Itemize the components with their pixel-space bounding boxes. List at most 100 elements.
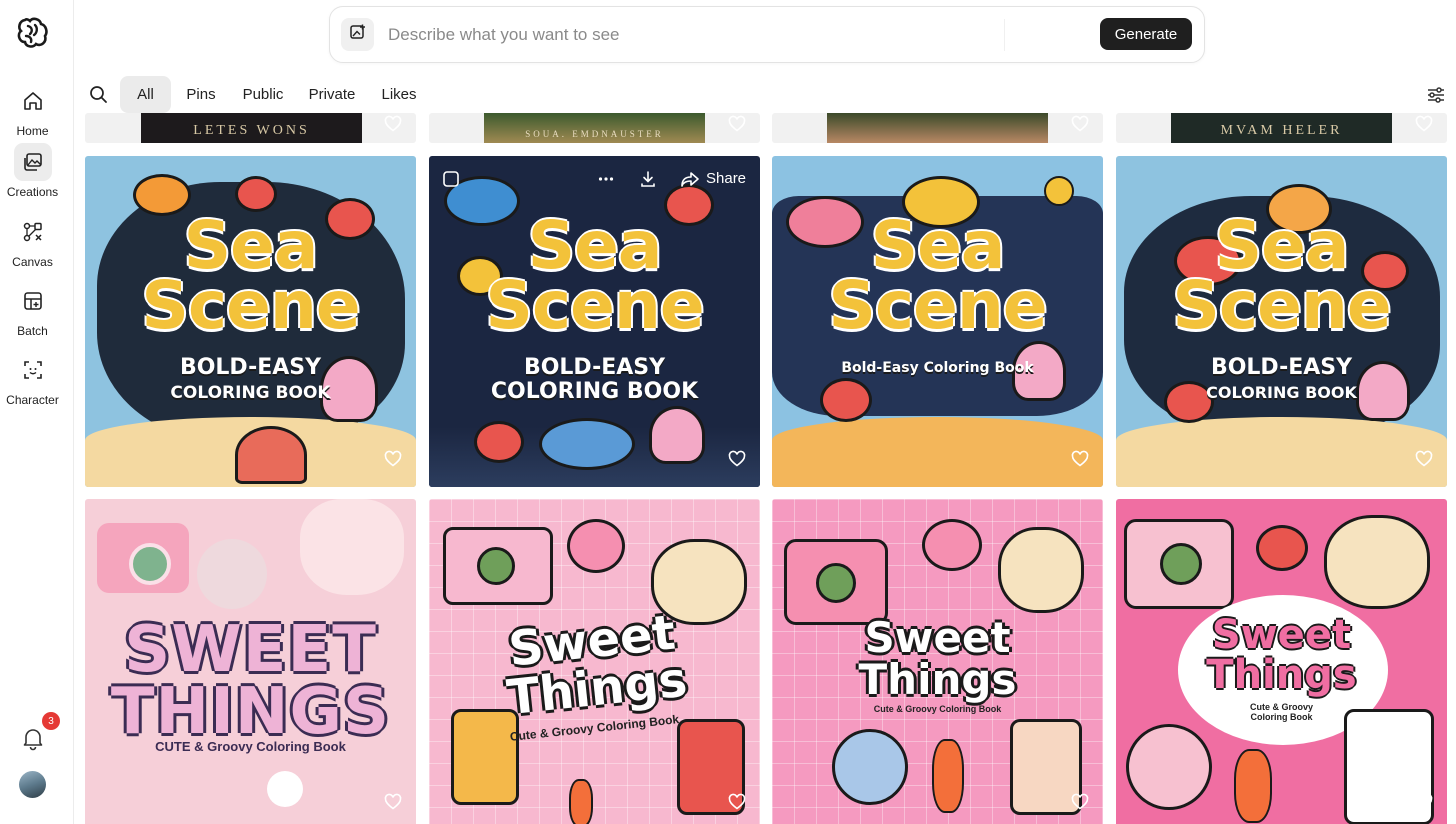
card-subtitle: Cute & Groovy Coloring Book (873, 704, 1002, 714)
sidebar: Home Creations Canvas Batch Character 3 (0, 0, 74, 824)
image-upload-icon (349, 23, 367, 46)
sun-illustration (1044, 176, 1074, 206)
gallery-card[interactable]: MVAM HELER (1116, 113, 1447, 143)
card-subtitle: BOLD-EASY COLORING BOOK (1206, 355, 1357, 403)
camera-lens (816, 563, 856, 603)
carrot-illustration (1234, 749, 1272, 823)
sidebar-item-label: Creations (6, 185, 59, 199)
jellyfish-illustration (649, 406, 705, 464)
gallery-grid: LETES WONS SOUA. EMDNAUSTER MVAM HELER S… (85, 113, 1456, 824)
sidebar-item-label: Canvas (12, 255, 53, 269)
carrot-illustration (932, 739, 964, 813)
card-image: MVAM HELER (1171, 113, 1392, 143)
crab-illustration (820, 378, 872, 422)
sidebar-item-label: Home (16, 124, 49, 138)
heart-outline-icon[interactable] (384, 793, 402, 816)
heart-outline-icon[interactable] (1415, 793, 1433, 816)
heart-outline-icon[interactable] (1415, 450, 1433, 473)
sea-floor (1116, 417, 1447, 487)
card-image (827, 113, 1048, 143)
gallery-card[interactable]: Sea Scene BOLD-EASY COLORING BOOK (1116, 156, 1447, 487)
gallery-card[interactable] (772, 113, 1103, 143)
prompt-bar: Generate (329, 6, 1205, 63)
tab-public[interactable]: Public (236, 76, 290, 113)
brain-logo-icon[interactable] (15, 16, 49, 50)
sidebar-item-home[interactable]: Home (0, 82, 65, 138)
card-title: Sweet Things (858, 613, 1017, 704)
tab-likes[interactable]: Likes (375, 76, 423, 113)
gallery-card[interactable]: SOUA. EMDNAUSTER (429, 113, 760, 143)
fish-illustration (133, 174, 191, 216)
tab-pins[interactable]: Pins (180, 76, 222, 113)
card-title: Sea Scene (141, 207, 360, 344)
card-subtitle: BOLD-EASY COLORING BOOK (170, 355, 331, 404)
gallery-card[interactable]: Sea Scene Bold-Easy Coloring Book (772, 156, 1103, 487)
card-image: SOUA. EMDNAUSTER (484, 113, 705, 143)
select-checkbox-icon[interactable] (442, 170, 460, 193)
image-gallery-icon (13, 143, 52, 181)
search-icon[interactable] (89, 85, 108, 109)
divider (1004, 19, 1005, 51)
heart-outline-icon[interactable] (1415, 115, 1433, 138)
gallery-card[interactable]: Sweet Things Cute & Groovy Coloring Book (772, 499, 1103, 824)
prompt-input[interactable] (386, 23, 990, 47)
heart-outline-icon[interactable] (728, 450, 746, 473)
sliders-icon[interactable] (1426, 85, 1446, 110)
filter-bar: All Pins Public Private Likes (85, 76, 1455, 113)
heart-outline-icon[interactable] (384, 450, 402, 473)
heart-charm-illustration (1256, 525, 1308, 571)
generate-button[interactable]: Generate (1100, 18, 1192, 50)
daisy-illustration (267, 771, 303, 807)
user-avatar[interactable] (19, 771, 46, 798)
ray-illustration (539, 418, 635, 470)
heart-outline-icon[interactable] (1071, 450, 1089, 473)
card-title: Sea Scene (485, 207, 704, 344)
card-subtitle: BOLD-EASY COLORING BOOK (490, 355, 699, 404)
gallery-card[interactable]: Sweet Things Cute & Groovy Coloring Book (1116, 499, 1447, 824)
gallery-card-hovered[interactable]: Sea Scene BOLD-EASY COLORING BOOK Share (429, 156, 760, 487)
heart-charm-illustration (567, 519, 625, 573)
bear-illustration (998, 527, 1084, 613)
moon-illustration (832, 729, 908, 805)
share-button[interactable]: Share (706, 170, 746, 187)
bear-illustration (1324, 515, 1430, 609)
camera-lens (1160, 543, 1202, 585)
sidebar-item-batch[interactable]: Batch (0, 282, 65, 338)
heart-charm-illustration (922, 519, 982, 571)
heart-outline-icon[interactable] (728, 115, 746, 138)
heart-outline-icon[interactable] (728, 793, 746, 816)
tab-private[interactable]: Private (303, 76, 361, 113)
sidebar-item-label: Character (6, 393, 59, 407)
sidebar-item-label: Batch (17, 324, 48, 338)
canvas-nodes-icon (14, 213, 52, 251)
mug-illustration (300, 499, 404, 595)
card-title: SWEET THINGS (110, 613, 391, 749)
gallery-card[interactable]: SWEET THINGS CUTE & Groovy Coloring Book (85, 499, 416, 824)
sidebar-item-canvas[interactable]: Canvas (0, 213, 65, 269)
gallery-card[interactable]: Sweet Things Cute & Groovy Coloring Book (429, 499, 760, 824)
card-image: LETES WONS (141, 113, 362, 143)
heart-outline-icon[interactable] (384, 115, 402, 138)
sidebar-item-character[interactable]: Character (0, 351, 65, 407)
hover-toolbar: Share (429, 156, 760, 204)
download-icon[interactable] (639, 170, 657, 193)
gallery-card[interactable]: Sea Scene BOLD-EASY COLORING BOOK (85, 156, 416, 487)
home-icon (14, 82, 52, 120)
carrot-illustration (569, 779, 593, 824)
bell-icon[interactable] (20, 725, 46, 751)
more-dots-icon[interactable] (597, 170, 615, 193)
tab-all[interactable]: All (120, 76, 171, 113)
keychain-illustration (197, 539, 267, 609)
share-arrow-icon[interactable] (680, 170, 700, 193)
heart-outline-icon[interactable] (1071, 793, 1089, 816)
notification-badge: 3 (42, 712, 60, 730)
card-subtitle: CUTE & Groovy Coloring Book (155, 739, 346, 754)
batch-icon (14, 282, 52, 320)
crab-illustration (474, 421, 524, 463)
gallery-card[interactable]: LETES WONS (85, 113, 416, 143)
sea-floor (772, 417, 1103, 487)
image-upload-button[interactable] (341, 18, 374, 51)
card-title: Sweet Things (1206, 612, 1357, 698)
sidebar-item-creations[interactable]: Creations (0, 143, 65, 199)
heart-outline-icon[interactable] (1071, 115, 1089, 138)
